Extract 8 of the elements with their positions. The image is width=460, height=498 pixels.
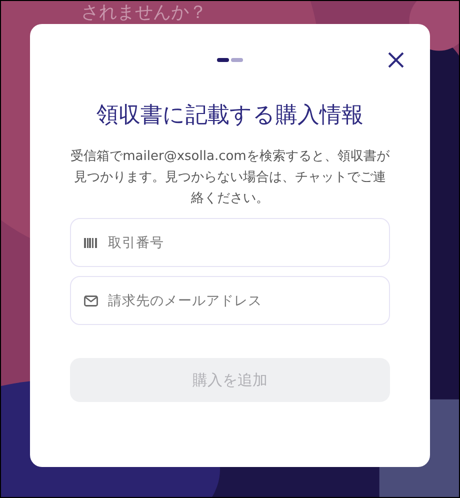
email-field[interactable]: 請求先のメールアドレス — [70, 276, 390, 325]
close-button[interactable] — [386, 50, 406, 70]
transaction-number-field[interactable]: 取引番号 — [70, 218, 390, 267]
envelope-icon — [84, 295, 98, 306]
background-heading: されませんか？ — [81, 1, 207, 24]
barcode-icon — [84, 238, 98, 248]
dialog-description: 受信箱でmailer@xsolla.comを検索すると、領収書が見つかります。見つからない場合は、チャットでご連絡ください。 — [70, 148, 390, 208]
dialog-title: 領収書に記載する購入情報 — [96, 102, 364, 130]
